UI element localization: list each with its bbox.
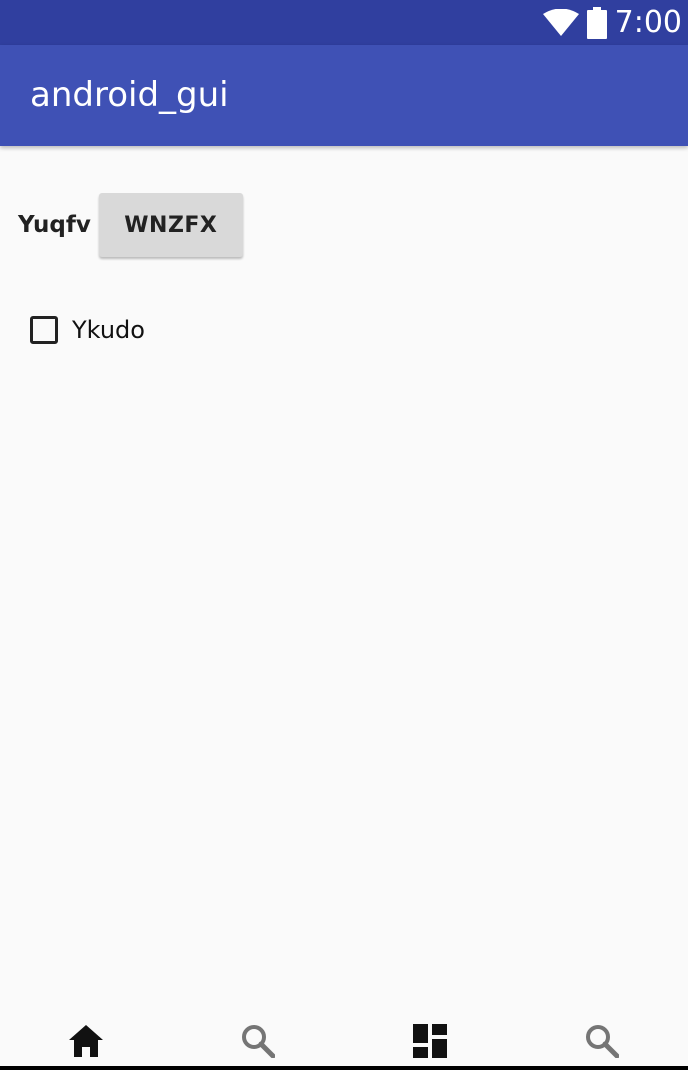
label-button-row: Yuqfv WNZFX [18, 193, 243, 257]
nav-item-search[interactable] [172, 1016, 344, 1066]
bottom-edge-divider [0, 1066, 688, 1070]
wifi-icon [542, 8, 579, 37]
wnzfx-button[interactable]: WNZFX [98, 193, 243, 257]
battery-icon [586, 6, 607, 39]
checkbox-row[interactable]: Ykudo [30, 316, 145, 344]
nav-item-home[interactable] [0, 1016, 172, 1066]
screen: 7:00 android_gui Yuqfv WNZFX Ykudo [0, 0, 688, 1070]
nav-item-dashboard[interactable] [344, 1016, 516, 1066]
status-icons: 7:00 [542, 0, 682, 45]
status-bar: 7:00 [0, 0, 688, 45]
text-label: Yuqfv [18, 212, 91, 238]
search-icon [585, 1024, 619, 1058]
checkbox-label[interactable]: Ykudo [72, 316, 145, 344]
bottom-navigation [0, 1016, 688, 1066]
app-title: android_gui [30, 75, 229, 115]
nav-item-search-2[interactable] [516, 1016, 688, 1066]
dashboard-icon [413, 1024, 447, 1058]
status-clock: 7:00 [614, 5, 682, 40]
home-icon [68, 1024, 104, 1058]
checkbox[interactable] [30, 316, 58, 344]
app-bar: android_gui [0, 45, 688, 146]
search-icon [241, 1024, 275, 1058]
